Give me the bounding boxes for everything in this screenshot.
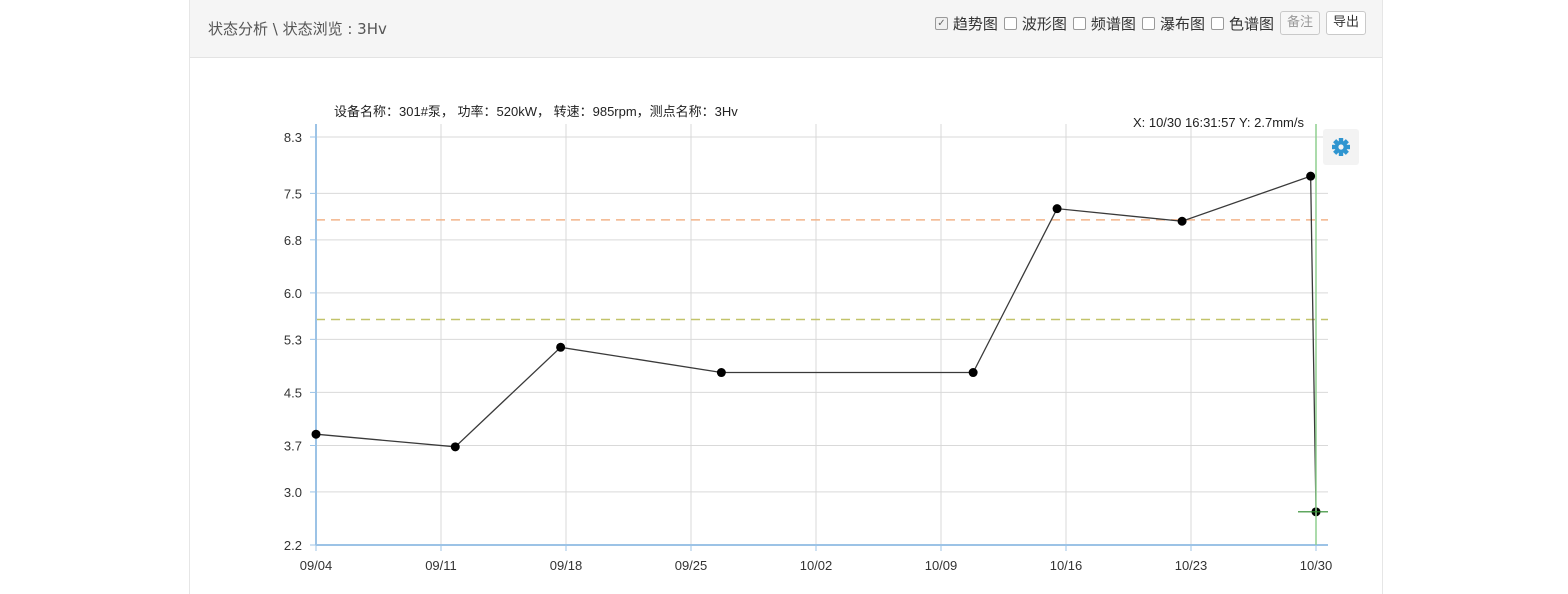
x-tick-label: 10/02 — [800, 558, 833, 573]
y-tick-label: 5.3 — [284, 332, 302, 347]
gear-icon — [1332, 138, 1350, 156]
data-point[interactable] — [311, 429, 321, 439]
data-point[interactable] — [1177, 216, 1187, 226]
grid — [315, 124, 1328, 546]
x-tick-label: 10/16 — [1050, 558, 1083, 573]
data-point[interactable] — [1052, 204, 1062, 214]
x-tick-label: 10/30 — [1300, 558, 1333, 573]
y-tick-label: 3.0 — [284, 485, 302, 500]
data-point[interactable] — [556, 342, 566, 352]
data-point[interactable] — [968, 368, 978, 378]
y-tick-label: 2.2 — [284, 538, 302, 553]
y-tick-label: 6.0 — [284, 286, 302, 301]
data-point[interactable] — [1306, 171, 1316, 181]
x-tick-label: 10/23 — [1175, 558, 1208, 573]
y-tick-label: 8.3 — [284, 130, 302, 145]
x-tick-label: 10/09 — [925, 558, 958, 573]
data-point[interactable] — [716, 368, 726, 378]
data-point[interactable] — [450, 442, 460, 452]
trend-chart[interactable]: 2.2 3.0 3.7 4.5 5.3 6.0 6.8 7.5 8.3 09/04 09/11 09/… — [0, 0, 1568, 594]
x-tick-label: 09/18 — [550, 558, 583, 573]
y-tick-label: 3.7 — [284, 438, 302, 453]
y-tick-label: 4.5 — [284, 385, 302, 400]
x-tick-label: 09/04 — [300, 558, 333, 573]
threshold-lines — [316, 219, 1328, 321]
gear-hole — [1338, 144, 1344, 150]
y-tick-label: 7.5 — [284, 186, 302, 201]
chart-info-text: 设备名称：301#泵， 功率：520kW， 转速：985rpm，测点名称：3Hv — [334, 104, 738, 119]
chart-settings-button[interactable] — [1323, 129, 1359, 165]
cursor-readout: X: 10/30 16:31:57 Y: 2.7mm/s — [1133, 115, 1305, 130]
y-tick-label: 6.8 — [284, 233, 302, 248]
x-tick-label: 09/25 — [675, 558, 708, 573]
x-tick-label: 09/11 — [425, 558, 457, 573]
